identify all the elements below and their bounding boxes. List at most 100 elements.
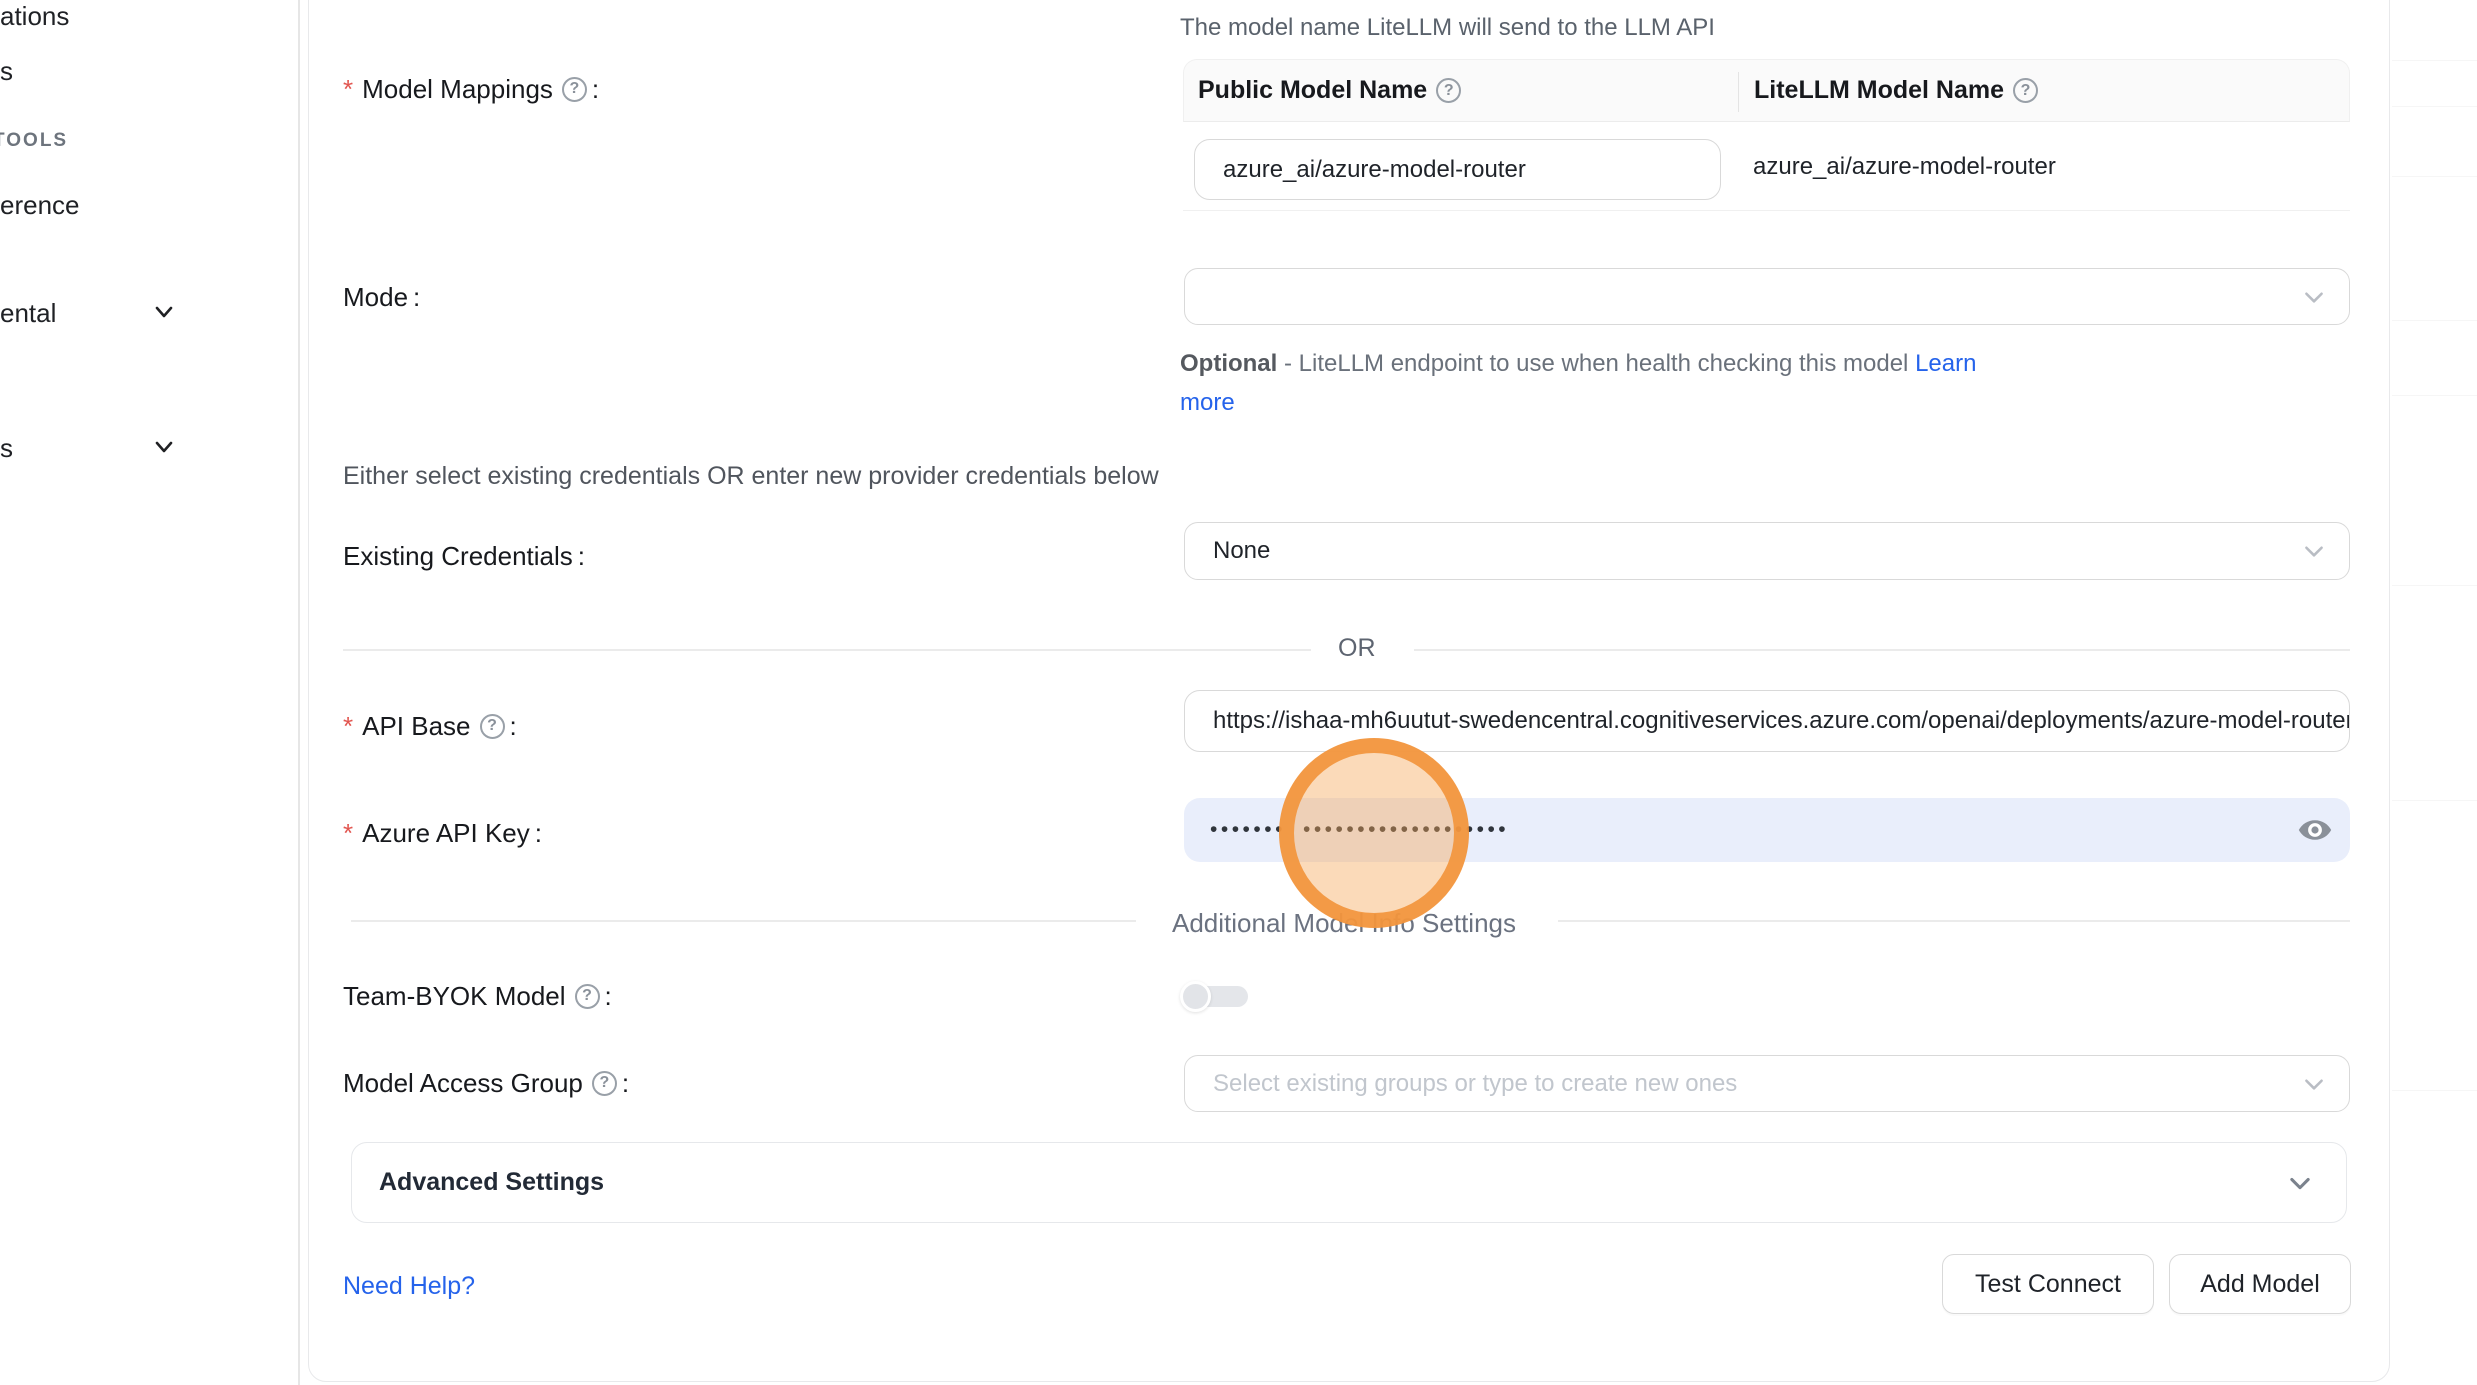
model-access-group-label: Model Access Group ? : (343, 1067, 629, 1099)
litellm-model-name-value: azure_ai/azure-model-router (1753, 122, 2056, 211)
sidebar-section-label: TOOLS (0, 130, 68, 151)
help-question-icon[interactable]: ? (1436, 78, 1461, 103)
password-dots: ••••••• (1210, 818, 1286, 842)
existing-credentials-label: Existing Credentials : (343, 540, 585, 572)
background-row-line (2392, 585, 2477, 586)
select-value: None (1185, 537, 1270, 565)
credentials-note: Either select existing credentials OR en… (343, 462, 1159, 491)
help-question-icon[interactable]: ? (575, 984, 600, 1009)
model-mappings-table: Public Model Name ? LiteLLM Model Name ?… (1183, 59, 2350, 211)
additional-settings-divider-text: Additional Model Info Settings (1172, 908, 1516, 939)
sidebar-item-erence[interactable]: erence (0, 190, 80, 221)
mode-help-text: Optional - LiteLLM endpoint to use when … (1180, 344, 2010, 422)
sidebar-item-label: s (0, 56, 13, 87)
api-base-input[interactable]: https://ishaa-mh6uutut-swedencentral.cog… (1184, 690, 2350, 752)
sidebar-item-ations[interactable]: ations (0, 1, 69, 32)
label-text: Team-BYOK Model (343, 981, 566, 1012)
divider-line (351, 920, 1136, 922)
toggle-knob (1180, 981, 1211, 1012)
help-text: - LiteLLM endpoint to use when health ch… (1277, 350, 1915, 377)
sidebar-item-ental[interactable]: ental (0, 298, 56, 329)
add-model-button[interactable]: Add Model (2169, 1254, 2351, 1314)
need-help-link[interactable]: Need Help? (343, 1272, 475, 1301)
team-byok-label: Team-BYOK Model ? : (343, 980, 612, 1012)
sidebar-divider (298, 0, 300, 1385)
sidebar-section-tools: TOOLS (0, 130, 68, 152)
chevron-down-icon (2301, 1071, 2327, 1097)
label-text: Existing Credentials (343, 541, 573, 572)
help-question-icon[interactable]: ? (2013, 78, 2038, 103)
label-colon: : (510, 711, 517, 742)
label-text: Mode (343, 282, 408, 313)
column-header-litellm-model-name: LiteLLM Model Name ? (1738, 76, 2038, 105)
table-header-row: Public Model Name ? LiteLLM Model Name ? (1183, 59, 2350, 122)
or-divider-text: OR (1338, 634, 1376, 663)
header-text: Public Model Name (1198, 76, 1427, 105)
label-colon: : (622, 1068, 629, 1099)
model-access-group-select[interactable]: Select existing groups or type to create… (1184, 1055, 2350, 1112)
divider-line (343, 649, 1311, 651)
advanced-settings-panel[interactable]: Advanced Settings (351, 1142, 2347, 1223)
chevron-down-icon[interactable] (152, 435, 176, 459)
sidebar: ations s TOOLS erence ental s (0, 0, 299, 1385)
label-colon: : (535, 818, 542, 849)
header-text: LiteLLM Model Name (1754, 76, 2004, 105)
chevron-down-icon (2301, 284, 2327, 310)
label-colon: : (605, 981, 612, 1012)
label-text: API Base (362, 711, 470, 742)
background-row-line (2392, 176, 2477, 177)
sidebar-item-s2[interactable]: s (0, 433, 13, 464)
table-row: azure_ai/azure-model-router azure_ai/azu… (1183, 122, 2350, 211)
password-dots: ••••••••••••••••••• (1303, 818, 1509, 842)
sidebar-item-label: ental (0, 298, 56, 329)
label-colon: : (578, 541, 585, 572)
background-row-line (2392, 395, 2477, 396)
label-colon: : (592, 74, 599, 105)
advanced-settings-title: Advanced Settings (352, 1168, 604, 1197)
sidebar-item-label: s (0, 433, 13, 464)
azure-api-key-label: * Azure API Key : (343, 817, 542, 849)
input-value: azure_ai/azure-model-router (1195, 156, 1526, 184)
label-text: Model Mappings (362, 74, 553, 105)
public-model-name-input[interactable]: azure_ai/azure-model-router (1194, 139, 1721, 200)
background-row-line (2392, 106, 2477, 107)
api-base-label: * API Base ? : (343, 710, 517, 742)
model-mappings-label: * Model Mappings ? : (343, 73, 599, 105)
litellm-model-name-help: The model name LiteLLM will send to the … (1180, 14, 1715, 42)
background-row-line (2392, 320, 2477, 321)
sidebar-item-s1[interactable]: s (0, 56, 13, 87)
help-bold: Optional (1180, 350, 1277, 377)
sidebar-item-label: erence (0, 190, 80, 221)
help-question-icon[interactable]: ? (592, 1071, 617, 1096)
required-asterisk: * (343, 711, 353, 742)
existing-credentials-select[interactable]: None (1184, 522, 2350, 580)
divider-line (1414, 649, 2350, 651)
help-question-icon[interactable]: ? (480, 714, 505, 739)
mode-select[interactable] (1184, 268, 2350, 325)
required-asterisk: * (343, 74, 353, 105)
add-model-page: ations s TOOLS erence ental s The model … (0, 0, 2477, 1385)
chevron-down-icon[interactable] (152, 300, 176, 324)
help-question-icon[interactable]: ? (562, 77, 587, 102)
chevron-down-icon (2301, 538, 2327, 564)
select-placeholder: Select existing groups or type to create… (1185, 1070, 1737, 1098)
column-divider (1738, 72, 1739, 112)
label-text: Model Access Group (343, 1068, 583, 1099)
masked-password-value: ••••••• ••••••••••••••••••• (1184, 818, 1509, 842)
background-row-line (2392, 1090, 2477, 1091)
test-connect-button[interactable]: Test Connect (1942, 1254, 2154, 1314)
divider-line (1558, 920, 2350, 922)
background-row-line (2392, 800, 2477, 801)
azure-api-key-input[interactable]: ••••••• ••••••••••••••••••• (1184, 798, 2350, 862)
input-value: https://ishaa-mh6uutut-swedencentral.cog… (1185, 707, 2349, 735)
eye-icon[interactable] (2296, 811, 2334, 849)
team-byok-toggle[interactable] (1180, 981, 1250, 1013)
background-row-line (2392, 60, 2477, 61)
sidebar-item-label: ations (0, 1, 69, 32)
chevron-down-icon (2286, 1169, 2314, 1197)
column-header-public-model-name: Public Model Name ? (1184, 76, 1738, 105)
label-text: Azure API Key (362, 818, 530, 849)
required-asterisk: * (343, 818, 353, 849)
label-colon: : (413, 282, 420, 313)
mode-label: Mode : (343, 281, 420, 313)
